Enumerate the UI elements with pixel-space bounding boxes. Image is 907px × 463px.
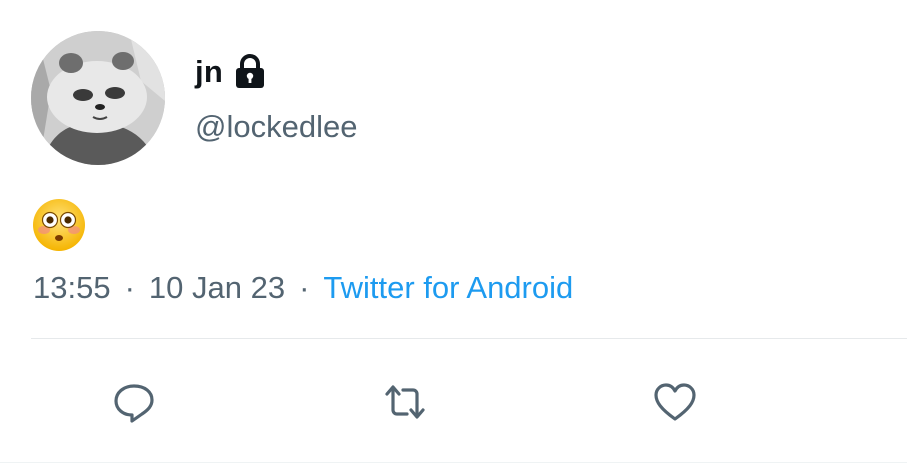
- tweet-meta: 13:55 · 10 Jan 23 · Twitter for Android: [33, 270, 573, 306]
- display-name-row: jn: [195, 50, 268, 94]
- user-handle[interactable]: @lockedlee: [195, 109, 357, 145]
- tweet-date[interactable]: 10 Jan 23: [149, 270, 285, 306]
- reply-button[interactable]: [110, 378, 158, 426]
- retweet-icon: [385, 385, 425, 419]
- lock-icon: [232, 54, 268, 90]
- tweet-text: [31, 197, 87, 268]
- reply-icon: [114, 384, 154, 423]
- flushed-face-emoji: [31, 197, 87, 253]
- tweet-source-link[interactable]: Twitter for Android: [323, 270, 573, 306]
- divider: [31, 338, 907, 339]
- panda-avatar-image: [31, 31, 165, 165]
- retweet-button[interactable]: [381, 378, 429, 426]
- meta-separator: ·: [299, 270, 310, 305]
- like-button[interactable]: [651, 378, 699, 426]
- display-name[interactable]: jn: [195, 54, 223, 90]
- meta-separator: ·: [124, 270, 135, 305]
- heart-icon: [654, 383, 696, 421]
- tweet-time[interactable]: 13:55: [33, 270, 111, 306]
- avatar[interactable]: [31, 31, 165, 165]
